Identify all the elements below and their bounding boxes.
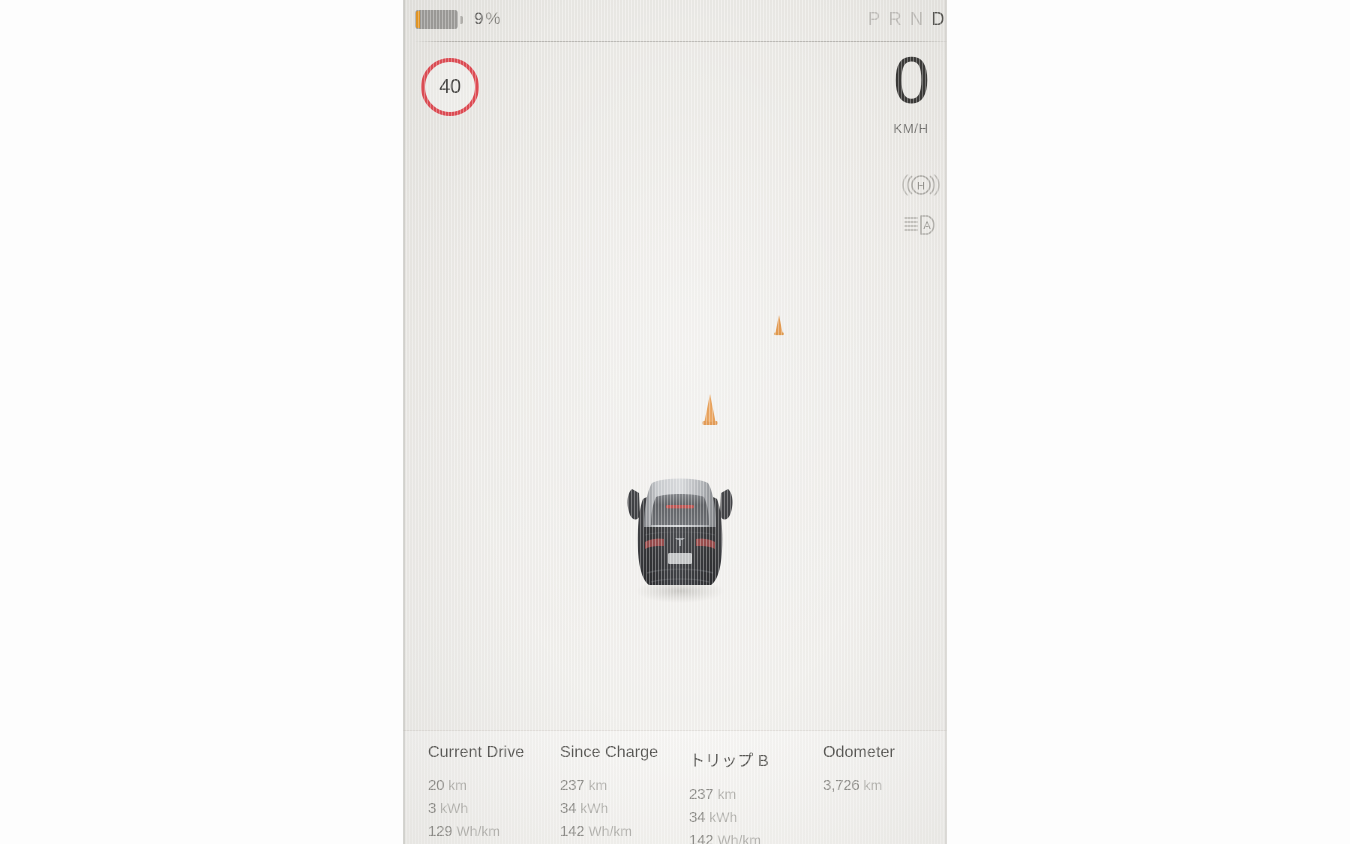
trip-row: 237 km [560,774,658,797]
battery-icon [415,9,463,29]
trip-unit: Wh/km [588,823,632,839]
road-scene-visualization [403,140,947,730]
trip-row: 129 Wh/km [428,820,524,843]
trip-value: 3 [428,800,437,817]
trip-unit: km [588,777,608,793]
trip-column-trip-b[interactable]: トリップ B 237 km 34 kWh 142 Wh/km [689,747,769,844]
trip-column-odometer[interactable]: Odometer 3,726 km [823,744,895,797]
trip-row: 3,726 km [823,774,895,797]
trip-value: 34 [689,809,706,826]
trip-row: 142 Wh/km [689,829,769,844]
trip-unit: kWh [709,809,738,825]
trip-row: 20 km [428,774,524,797]
battery-percent-value: 9 [474,9,484,28]
speed-unit-label: KM/H [893,121,929,136]
ego-vehicle-icon [625,465,735,605]
battery-percent-label: 9% [474,9,501,29]
road-surface [403,140,947,730]
trip-unit: Wh/km [717,832,761,844]
tesla-driving-display: 9% P R N D 40 0 KM/H H [403,0,947,844]
trip-row: 237 km [689,783,769,806]
trip-column-title: Current Drive [428,744,525,761]
trip-unit: Wh/km [456,823,500,839]
speed-limit-sign-icon[interactable]: 40 [421,58,479,116]
speed-limit-value: 40 [439,75,461,98]
trip-column-title: Odometer [823,744,895,761]
trip-value: 237 [560,777,585,794]
trip-value: 129 [428,823,453,840]
display-left-edge [403,0,405,844]
trip-value: 3,726 [823,777,860,794]
gear-r: R [888,9,902,29]
battery-terminal-nub [460,15,463,24]
trip-column-since-charge[interactable]: Since Charge 237 km 34 kWh 142 Wh/km [560,744,658,843]
trip-unit: km [448,777,467,793]
trip-unit: km [863,777,883,793]
trip-value: 34 [560,800,577,817]
trip-row: 142 Wh/km [560,820,658,843]
speed-value: 0 [893,43,930,117]
trip-column-title: Since Charge [560,744,659,761]
display-right-edge [945,0,947,844]
battery-fill-level [416,10,420,28]
gear-p: P [867,9,881,29]
status-bar: 9% P R N D [403,0,947,42]
trip-value: 142 [689,832,714,844]
trip-row: 3 kWh [428,797,524,820]
trip-column-current-drive[interactable]: Current Drive 20 km 3 kWh 129 Wh/km [428,744,524,843]
trip-value: 20 [428,777,445,794]
trip-panel-divider [403,730,947,731]
trip-unit: kWh [580,800,609,816]
trip-row: 34 kWh [689,806,769,829]
gear-selector-indicator: P R N D [868,9,945,30]
trip-unit: kWh [440,800,469,816]
trip-value: 237 [689,786,714,803]
trip-statistics-panel[interactable]: Current Drive 20 km 3 kWh 129 Wh/km Since C… [403,730,947,844]
battery-indicator[interactable]: 9% [415,9,501,29]
traffic-cone-icon [697,392,723,437]
trip-column-title: トリップ B [689,753,769,770]
trip-unit: km [717,786,737,802]
gear-n: N [910,9,924,29]
gear-d: D [931,9,945,29]
photo-frame: 9% P R N D 40 0 KM/H H [0,0,1350,844]
traffic-cone-icon [770,313,788,344]
trip-row: 34 kWh [560,797,658,820]
speedometer: 0 KM/H [873,47,947,136]
trip-value: 142 [560,823,585,840]
status-bar-divider [415,41,947,42]
battery-percent-unit: % [485,9,501,28]
